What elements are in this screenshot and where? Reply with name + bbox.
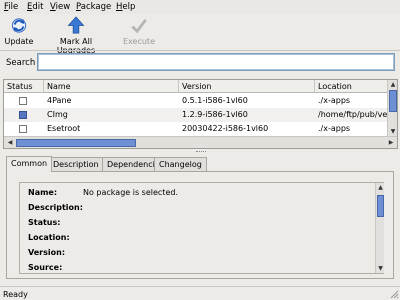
mark-all-upgrades-button[interactable]: Mark All Upgrades [40,15,112,55]
package-version: 20030422-i586-1vl60 [182,124,269,133]
status-checkbox[interactable] [19,97,27,105]
execute-button[interactable]: Execute [119,15,159,49]
status-label: Status: [28,218,61,227]
package-location: ./x-apps [318,124,351,133]
update-button[interactable]: Update [4,15,34,49]
details-scroll-thumb[interactable] [377,195,384,217]
execute-button-label: Execute [123,37,155,46]
package-list-header: Status Name Version Location [4,80,387,93]
description-label: Description: [28,203,83,212]
package-version: 1.2.9-i586-1vl60 [182,110,248,119]
toolbar: Update Mark All Upgrades Execute [0,15,400,55]
package-name: Esetroot [47,124,81,133]
name-label: Name: [28,188,58,197]
source-label: Source: [28,263,63,272]
table-row[interactable]: 4Pane 0.5.1-i586-1vl60 ./x-apps [4,94,387,108]
scroll-down-icon[interactable]: ▼ [388,127,397,136]
search-label: Search [6,58,36,68]
status-text: Ready [3,290,28,299]
name-value: No package is selected. [83,188,178,197]
menu-help[interactable]: Help [116,2,135,12]
menu-package-label: ackage [80,2,112,12]
toolbar-separator [0,50,400,51]
menu-edit[interactable]: Edit [27,2,43,12]
details-content: Name: No package is selected. Descriptio… [19,182,384,274]
tab-description[interactable]: Description [48,157,104,171]
menu-package[interactable]: Package [76,2,111,12]
menu-bar: File Edit View Package Help [0,0,400,14]
tab-common[interactable]: Common [6,156,53,172]
checkmark-icon [131,18,147,34]
update-button-label: Update [4,37,34,46]
package-location: /home/ftp/pub/vecli [318,110,387,119]
menu-help-label: elp [122,2,136,12]
menu-view[interactable]: View [50,2,70,12]
table-row[interactable]: Esetroot 20030422-i586-1vl60 ./x-apps [4,122,387,136]
details-panel: Name: No package is selected. Descriptio… [6,171,394,279]
package-location: ./x-apps [318,96,351,105]
package-name: CImg [47,110,68,119]
column-header-location[interactable]: Location [315,80,387,93]
refresh-icon [11,18,27,33]
package-list: Status Name Version Location 4Pane 0.5.1… [3,79,398,149]
horizontal-scroll-thumb[interactable] [16,139,136,147]
table-row[interactable]: CImg 1.2.9-i586-1vl60 /home/ftp/pub/vecl… [4,108,387,122]
package-list-vertical-scrollbar[interactable]: ▲ ▼ [387,80,397,136]
resize-grip-icon[interactable] [390,290,399,299]
tab-changelog[interactable]: Changelog [154,157,207,171]
menu-file[interactable]: File [4,2,18,12]
menu-edit-label: dit [32,2,44,12]
menu-view-label: iew [55,2,71,12]
menu-file-label: ile [8,2,19,12]
package-list-horizontal-scrollbar[interactable]: ◀ ▶ [4,136,397,148]
package-name: 4Pane [47,96,72,105]
search-input[interactable] [37,53,395,71]
column-header-name[interactable]: Name [44,80,179,93]
status-bar: Ready [0,286,400,300]
scroll-up-icon[interactable]: ▲ [388,80,397,89]
scroll-right-icon[interactable]: ▶ [386,138,396,147]
vertical-scroll-thumb[interactable] [389,90,397,112]
location-label: Location: [28,233,70,242]
up-arrow-icon [67,16,85,34]
scroll-down-icon[interactable]: ▼ [376,264,385,273]
scroll-up-icon[interactable]: ▲ [376,183,385,192]
column-header-version[interactable]: Version [179,80,315,93]
details-vertical-scrollbar[interactable]: ▲ ▼ [375,183,384,273]
scroll-left-icon[interactable]: ◀ [5,138,15,147]
status-checkbox[interactable] [19,125,27,133]
package-version: 0.5.1-i586-1vl60 [182,96,248,105]
status-checkbox[interactable] [19,111,27,119]
pane-resize-handle[interactable] [196,151,206,153]
version-label: Version: [28,248,66,257]
column-header-status[interactable]: Status [4,80,44,93]
